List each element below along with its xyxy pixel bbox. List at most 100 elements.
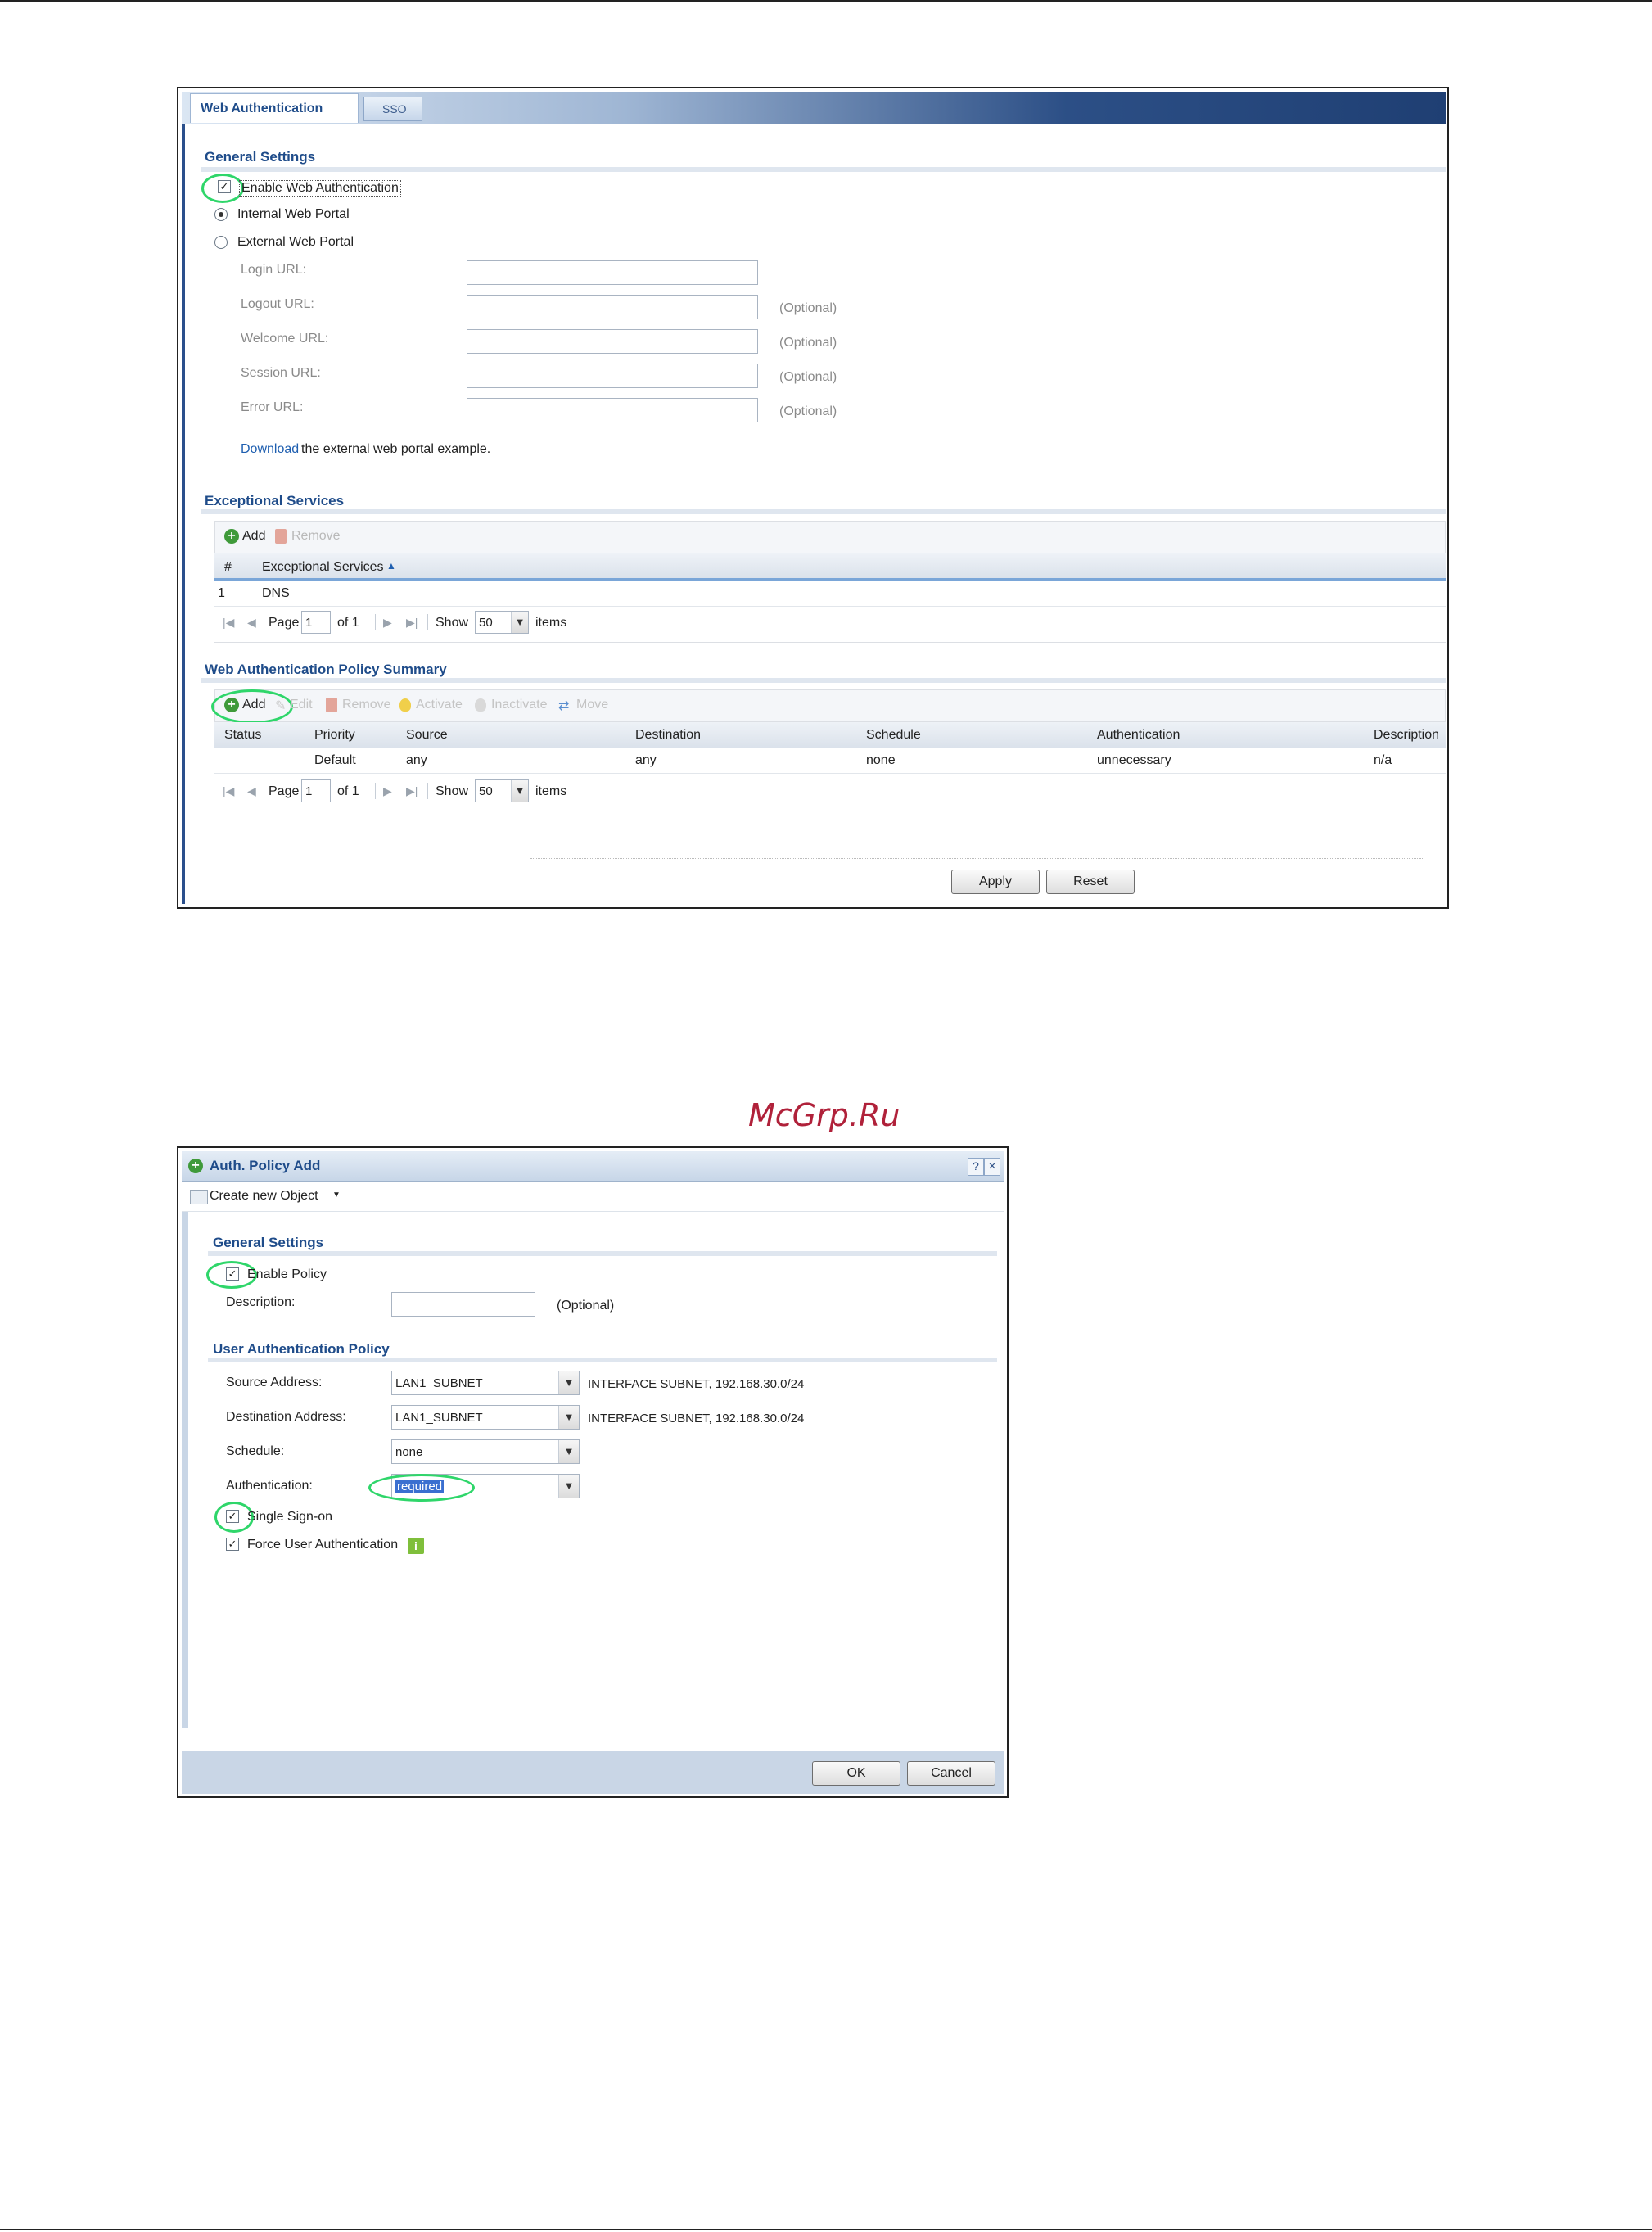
caret-down-icon: ▼ [332,1191,341,1200]
exceptional-col-name[interactable]: Exceptional Services [262,560,384,575]
download-link[interactable]: Download [241,442,299,457]
source-address-value: LAN1_SUBNET [395,1376,483,1390]
internal-web-portal-radio[interactable] [214,208,228,221]
trash-icon [326,698,337,712]
exceptional-toolbar [214,521,1446,553]
cancel-button[interactable]: Cancel [907,1761,995,1786]
apply-button[interactable]: Apply [951,870,1040,894]
logout-url-input[interactable] [467,295,758,319]
chevron-down-icon: ▼ [558,1440,579,1463]
page-input[interactable]: 1 [301,779,331,802]
policy-summary-title: Web Authentication Policy Summary [205,662,447,677]
pager-sep [375,783,376,799]
error-url-note: (Optional) [779,404,837,418]
policy-pager: |◀ ◀ Page 1 of 1 ▶ ▶| Show 50 ▼ items [214,775,1446,811]
policy-remove-button[interactable]: Remove [342,698,391,712]
page-of: of 1 [337,616,359,630]
dialog-general-title: General Settings [213,1235,324,1250]
tab-sso[interactable]: SSO [363,97,422,121]
col-description[interactable]: Description [1374,728,1439,743]
logout-url-label: Logout URL: [241,297,314,311]
close-button[interactable]: × [984,1158,1000,1176]
exceptional-row-name: DNS [262,586,290,600]
policy-edit-button[interactable]: Edit [290,698,313,712]
login-url-input[interactable] [467,260,758,285]
welcome-url-input[interactable] [467,329,758,354]
panel-left-stripe [182,93,185,904]
items-label: items [535,616,567,630]
policy-row-authentication: unnecessary [1097,753,1171,767]
show-select[interactable]: 50 ▼ [475,611,529,634]
description-label: Description: [226,1295,296,1309]
highlight-enable-circle [201,174,244,203]
chevron-down-icon: ▼ [558,1406,579,1429]
schedule-label: Schedule: [226,1444,285,1458]
enable-policy-label: Enable Policy [247,1267,327,1281]
enable-web-auth-label: Enable Web Authentication [239,180,401,197]
bottom-page-rule [0,2229,1652,2230]
reset-button[interactable]: Reset [1046,870,1135,894]
exceptional-row[interactable]: 1 DNS [214,581,1446,607]
col-authentication[interactable]: Authentication [1097,728,1180,743]
uap-title: User Authentication Policy [213,1341,390,1357]
col-schedule[interactable]: Schedule [866,728,921,743]
col-status[interactable]: Status [224,728,261,743]
page-of: of 1 [337,784,359,798]
policy-move-button[interactable]: Move [576,698,608,712]
next-page-icon[interactable]: ▶ [383,784,392,798]
page-input[interactable]: 1 [301,611,331,634]
external-web-portal-radio[interactable] [214,236,228,249]
description-input[interactable] [391,1292,535,1317]
last-page-icon[interactable]: ▶| [406,784,418,798]
edit-icon: ✎ [275,699,287,713]
policy-grid-header [214,722,1446,748]
auth-policy-add-dialog: + Auth. Policy Add ? × Create new Object… [177,1146,1009,1798]
authentication-label: Authentication: [226,1479,313,1493]
show-select[interactable]: 50 ▼ [475,779,529,802]
object-icon [190,1190,208,1204]
policy-activate-button[interactable]: Activate [416,698,463,712]
first-page-icon[interactable]: |◀ [223,616,234,630]
error-url-input[interactable] [467,398,758,422]
prev-page-icon[interactable]: ◀ [247,616,256,630]
source-address-select[interactable]: LAN1_SUBNET ▼ [391,1371,580,1395]
show-select-value: 50 [479,784,493,798]
create-new-object-menu[interactable]: Create new Object [210,1189,318,1204]
tab-web-authentication[interactable]: Web Authentication [190,93,359,123]
last-page-icon[interactable]: ▶| [406,616,418,630]
chevron-down-icon: ▼ [558,1475,579,1498]
dialog-menu-bar: Create new Object ▼ [182,1182,1004,1212]
policy-row-description: n/a [1374,753,1392,767]
pager-sep [427,783,428,799]
tab-sso-label: SSO [382,102,407,115]
chevron-down-icon: ▼ [558,1371,579,1394]
exceptional-row-num: 1 [218,586,225,600]
policy-inactivate-button[interactable]: Inactivate [491,698,547,712]
web-authentication-panel: Web Authentication SSO General Settings … [177,87,1449,909]
ok-button[interactable]: OK [812,1761,900,1786]
destination-address-select[interactable]: LAN1_SUBNET ▼ [391,1405,580,1430]
schedule-select[interactable]: none ▼ [391,1439,580,1464]
page-label: Page [269,616,300,630]
help-button[interactable]: ? [968,1158,984,1176]
col-source[interactable]: Source [406,728,448,743]
policy-row-priority: Default [314,753,356,767]
exceptional-col-num: # [224,560,232,574]
first-page-icon[interactable]: |◀ [223,784,234,798]
exceptional-add-button[interactable]: Add [242,529,265,544]
exceptional-remove-button[interactable]: Remove [291,529,341,544]
col-destination[interactable]: Destination [635,728,701,743]
trash-icon [275,529,287,544]
exceptional-grid-header [214,553,1446,581]
col-priority[interactable]: Priority [314,728,355,743]
force-user-auth-checkbox[interactable]: ✓ [226,1538,239,1551]
next-page-icon[interactable]: ▶ [383,616,392,630]
show-select-value: 50 [479,616,493,630]
info-icon[interactable]: i [408,1538,424,1554]
session-url-note: (Optional) [779,370,837,384]
help-icon: ? [973,1159,979,1172]
policy-row[interactable]: Default any any none unnecessary n/a [214,748,1446,774]
prev-page-icon[interactable]: ◀ [247,784,256,798]
session-url-input[interactable] [467,364,758,388]
dialog-general-rule [208,1251,997,1256]
